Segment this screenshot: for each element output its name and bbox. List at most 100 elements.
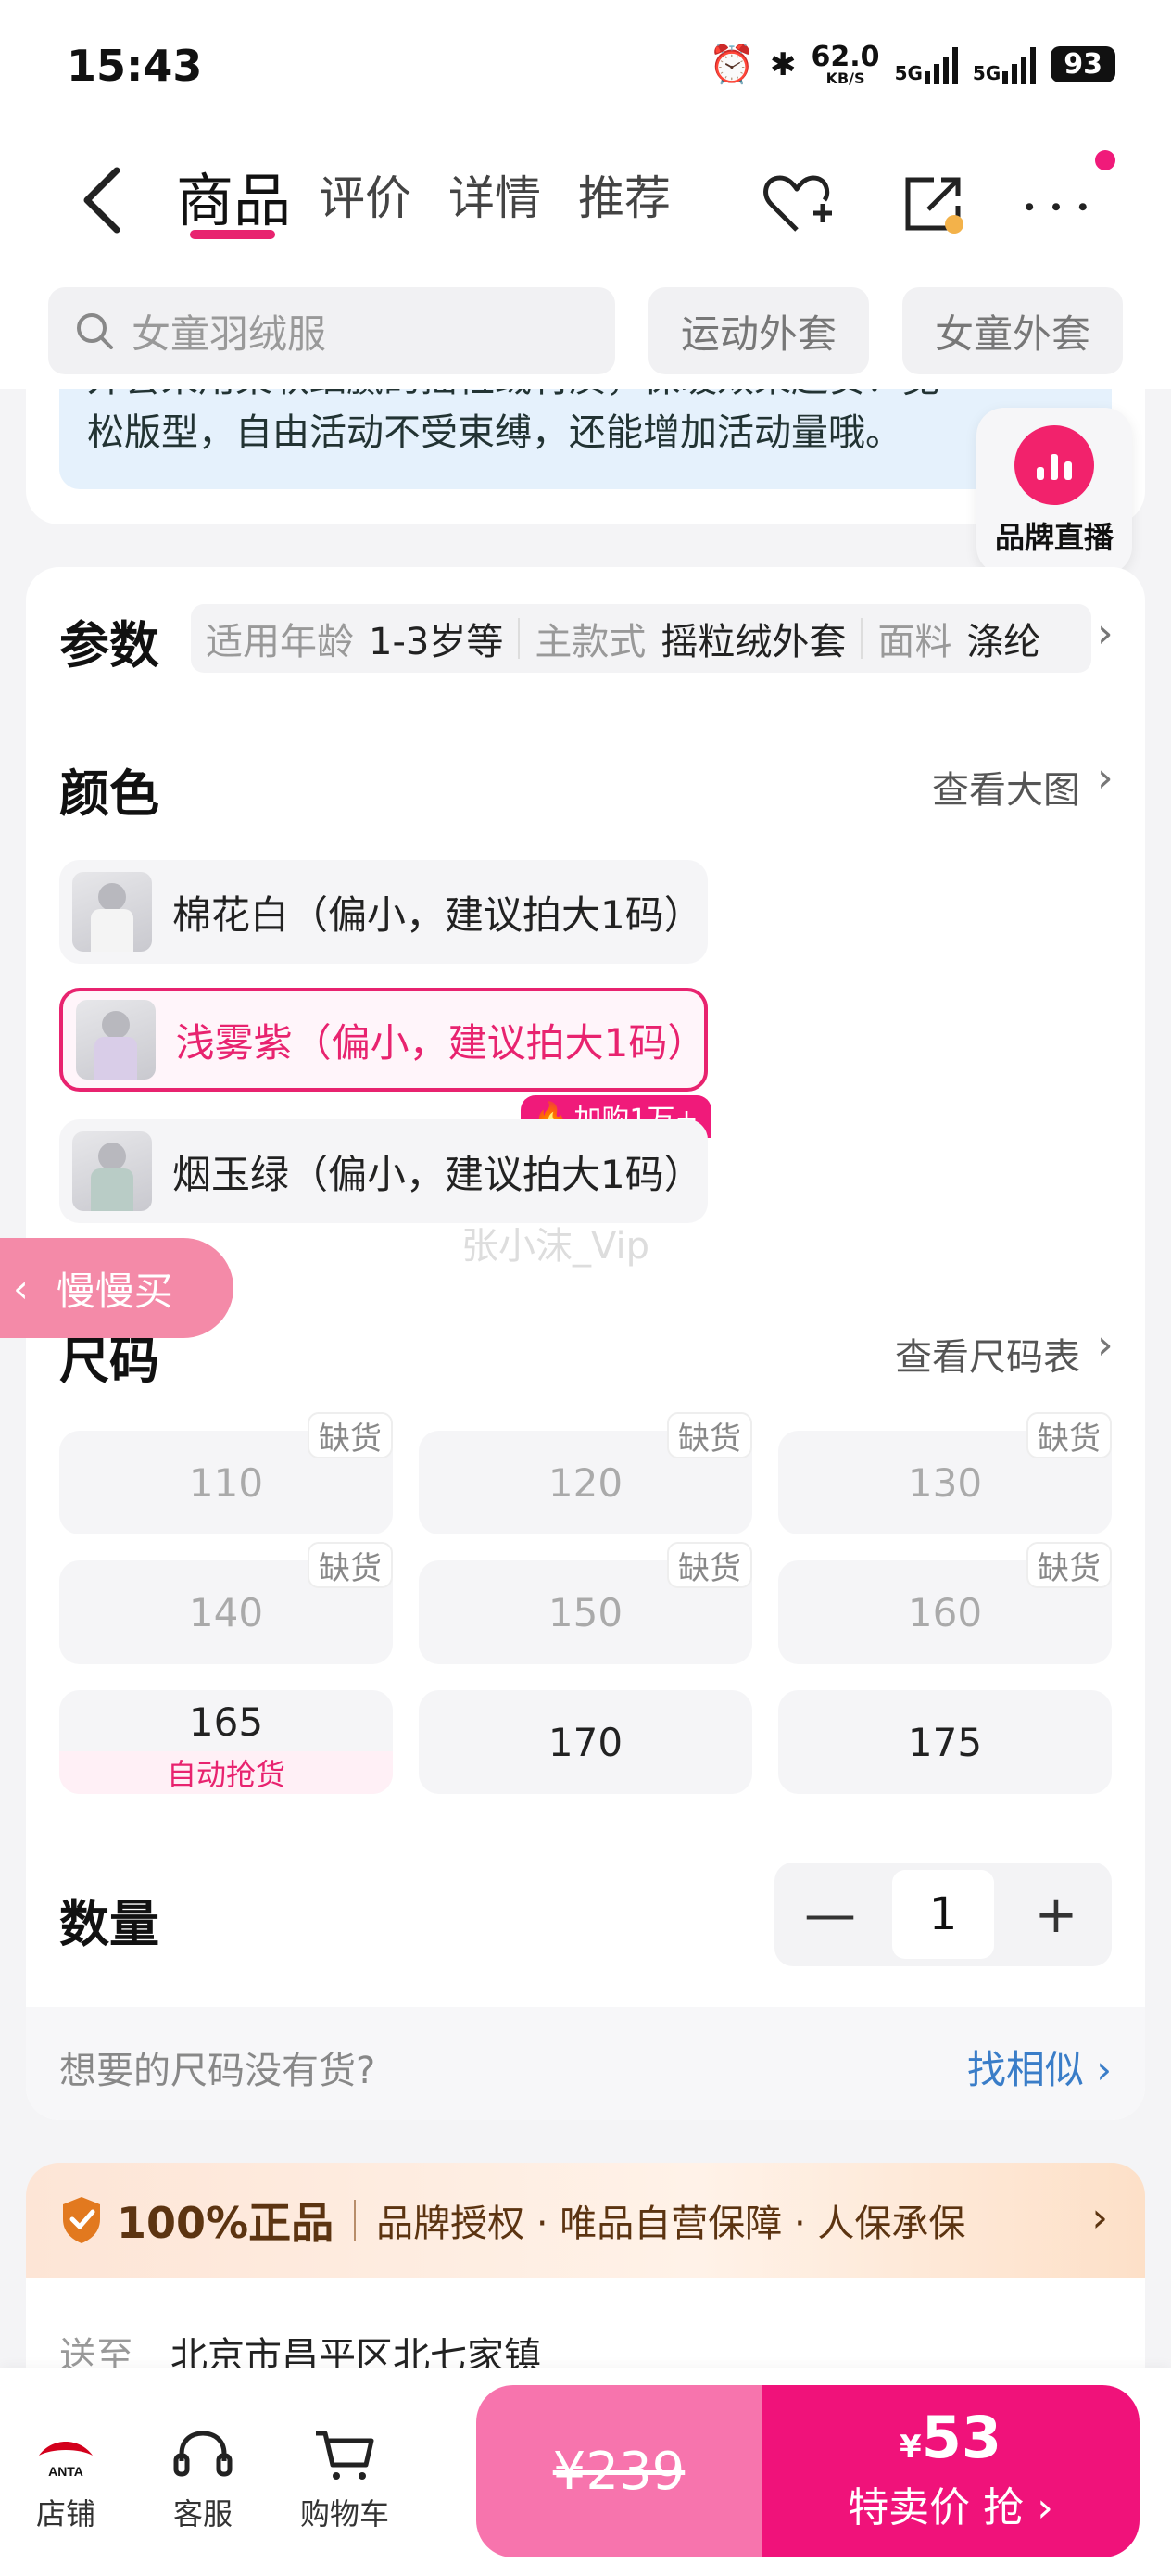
color-option-white[interactable]: 棉花白（偏小，建议拍大1码） [59,860,708,964]
search-input[interactable]: 女童羽绒服 [48,287,615,374]
status-time: 15:43 [67,41,203,91]
headset-icon [173,2431,233,2477]
more-menu-icon[interactable] [1019,167,1093,241]
size-label: 160 [907,1589,983,1635]
param-style: 主款式 摇粒绒外套 [535,612,846,665]
size-option-170[interactable]: 170 [419,1690,752,1794]
slow-buy-label: 慢慢买 [56,1268,173,1314]
size-option-160[interactable]: 160 缺货 [778,1542,1112,1664]
authenticity-label: 100%正品 [117,2198,334,2248]
shopping-cart-icon [316,2431,374,2480]
customer-service-label: 客服 [172,2496,233,2532]
color-option-green[interactable]: 烟玉绿（偏小，建议拍大1码） [59,1119,708,1223]
size-label: 140 [188,1589,264,1635]
find-similar-link[interactable]: 找相似 › [967,2039,1112,2095]
guarantee-details: 品牌授权 · 唯品自营保障 · 人保承保 [376,2203,966,2245]
guarantee-divider [354,2200,357,2241]
size-label: 150 [548,1589,623,1635]
shield-check-icon [63,2197,100,2243]
quantity-input[interactable]: 1 [892,1870,994,1959]
search-placeholder: 女童羽绒服 [132,310,327,357]
cart-label: 购物车 [300,2496,390,2532]
sku-selection-card: 参数 适用年龄 1-3岁等 主款式 摇粒绒外套 面料 涤纶 › 颜色 查看大图 … [26,567,1145,2120]
anta-logo-icon: ANTA [39,2442,93,2479]
param-divider [518,618,521,659]
size-label: 165 [188,1699,264,1745]
view-large-image-link[interactable]: 查看大图 [932,760,1080,814]
search-icon [77,313,113,349]
out-of-stock-tag: 缺货 [1026,1412,1112,1458]
param-fabric-value: 涤纶 [966,621,1041,663]
size-chart-chevron-icon[interactable]: › [1097,1321,1114,1369]
ship-to-row[interactable]: 送至 北京市昌平区北七家镇 [26,2278,1145,2380]
back-arrow-icon[interactable] [74,163,130,237]
param-age: 适用年龄 1-3岁等 [206,612,503,665]
battery-indicator: 93 [1051,46,1115,82]
buy-button-group: ¥239 ¥53 特卖价 抢 › [476,2385,1140,2557]
size-option-165[interactable]: 165 自动抢货 [59,1690,393,1794]
size-label: 170 [548,1719,623,1765]
view-large-image-chevron-icon[interactable]: › [1097,754,1114,802]
guarantee-chevron-icon: › [1091,2194,1108,2241]
customer-service-button[interactable]: 客服 [170,2428,235,2533]
decrement-button[interactable]: — [793,1885,867,1945]
color-title: 颜色 [59,764,159,823]
params-strip[interactable]: 适用年龄 1-3岁等 主款式 摇粒绒外套 面料 涤纶 [191,604,1091,673]
cart-button[interactable]: 购物车 [300,2428,389,2533]
brand-live-button[interactable]: 品牌直播 [976,408,1132,575]
size-label: 110 [188,1459,264,1506]
signal-1-label: 5G [894,61,923,84]
network-speed-value: 62.0 [811,40,880,73]
live-icon [1014,425,1094,505]
tab-reviews[interactable]: 评价 [319,161,411,228]
slow-buy-tab[interactable]: ‹ 慢慢买 [0,1238,233,1338]
alarm-icon: ⏰ [709,44,756,86]
size-option-140[interactable]: 140 缺货 [59,1542,393,1664]
param-divider [861,618,863,659]
search-chip-sports-jacket[interactable]: 运动外套 [648,287,869,374]
share-icon[interactable] [897,167,971,241]
tab-product[interactable]: 商品 [176,154,291,237]
size-chart-link[interactable]: 查看尺码表 [895,1327,1080,1381]
tab-details[interactable]: 详情 [448,161,541,228]
params-chevron-right-icon[interactable]: › [1097,610,1114,657]
color-thumbnail-white [72,872,152,952]
params-title: 参数 [59,616,159,675]
store-label: 店铺 [35,2496,95,2532]
sale-price-currency: ¥ [900,2429,922,2466]
size-label: 120 [548,1459,623,1506]
description-line-2: 松版型，自由活动不受束缚，还能增加活动量哦。 [87,411,902,454]
increment-button[interactable]: + [1019,1885,1093,1945]
size-option-110[interactable]: 110 缺货 [59,1412,393,1534]
chevron-right-icon: › [1037,2484,1053,2532]
search-chip-girls-jacket[interactable]: 女童外套 [902,287,1123,374]
color-option-purple[interactable]: 浅雾紫（偏小，建议拍大1码） [59,988,708,1092]
param-fabric: 面料 涤纶 [877,612,1040,665]
status-bar: 15:43 ⏰ ✱ 62.0 KB/S 5G 5G 93 [0,0,1171,130]
out-of-stock-tag: 缺货 [667,1542,752,1588]
original-price: ¥239 [552,2441,686,2502]
authenticity-guarantee-banner[interactable]: 100%正品 品牌授权 · 唯品自营保障 · 人保承保 › [26,2163,1145,2278]
size-option-175[interactable]: 175 [778,1690,1112,1794]
signal-1-icon: 5G [895,45,958,84]
bottom-action-bar: ANTA 店铺 客服 购物车 ¥239 ¥53 特卖价 抢 › [0,2368,1171,2576]
original-price-button[interactable]: ¥239 [476,2385,762,2557]
buy-now-button[interactable]: ¥53 特卖价 抢 › [762,2385,1140,2557]
size-option-130[interactable]: 130 缺货 [778,1412,1112,1534]
out-of-stock-tag: 缺货 [308,1542,393,1588]
size-option-120[interactable]: 120 缺货 [419,1412,752,1534]
tab-recommend[interactable]: 推荐 [578,161,671,228]
size-missing-question: 想要的尺码没有货? [59,2050,376,2092]
sale-price-value: 53 [921,2404,1001,2471]
quantity-title: 数量 [59,1895,159,1953]
store-button[interactable]: ANTA 店铺 [33,2428,98,2533]
search-row: 女童羽绒服 运动外套 女童外套 [0,278,1171,389]
quantity-stepper: — 1 + [774,1863,1112,1966]
favorite-add-icon[interactable] [760,167,834,241]
buy-now-text: 特卖价 抢 [848,2484,1025,2532]
network-speed-unit: KB/S [825,69,865,87]
param-age-key: 适用年龄 [206,621,354,663]
size-missing-row: 想要的尺码没有货? 找相似 › [26,2007,1145,2120]
size-option-150[interactable]: 150 缺货 [419,1542,752,1664]
description-text: 外套采用柔软细腻的摇粒绒材质，保暖效果超赞！宽 松版型，自由活动不受束缚，还能增… [87,389,1088,460]
